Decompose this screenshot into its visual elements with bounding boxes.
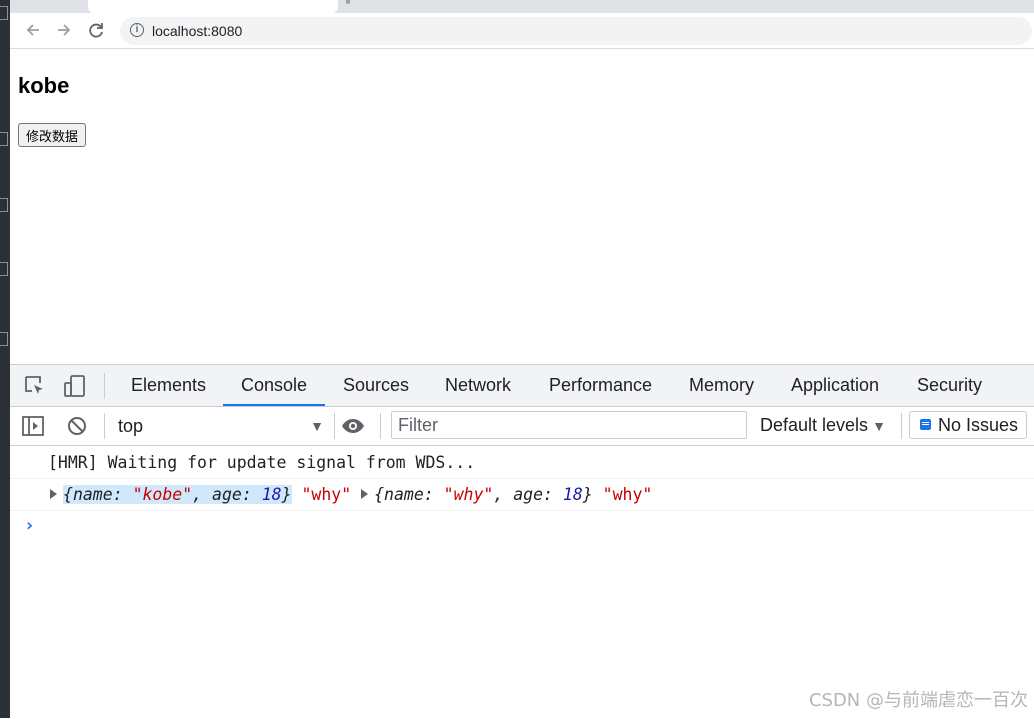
watermark: CSDN @与前端虐恋一百次 bbox=[808, 690, 1028, 711]
address-bar: i localhost:8080 bbox=[10, 13, 1034, 49]
levels-label: Default levels bbox=[760, 415, 869, 435]
issues-icon bbox=[920, 419, 931, 430]
editor-icon bbox=[0, 132, 8, 146]
tab-application[interactable]: Application bbox=[787, 365, 883, 406]
tab-close-icon[interactable] bbox=[346, 0, 350, 4]
toolbar-divider bbox=[104, 373, 105, 399]
console-string-value: "why" bbox=[602, 485, 653, 504]
dropdown-arrow-icon: ▼ bbox=[872, 418, 886, 434]
url-text[interactable]: localhost:8080 bbox=[152, 23, 242, 39]
console-output: [HMR] Waiting for update signal from WDS… bbox=[10, 446, 1034, 719]
issues-button[interactable]: No Issues bbox=[909, 411, 1027, 439]
browser-tab-active[interactable] bbox=[88, 0, 338, 13]
console-log-line: {name: "kobe", age: 18} "why" {name: "wh… bbox=[50, 485, 652, 504]
editor-icon bbox=[0, 6, 8, 20]
browser-tab-strip bbox=[10, 0, 1034, 13]
omnibox[interactable]: i localhost:8080 bbox=[120, 17, 1032, 45]
left-editor-strip bbox=[0, 0, 10, 718]
console-toolbar: top ▼ Default levels▼ No Issues bbox=[10, 407, 1034, 446]
page-heading: kobe bbox=[18, 73, 70, 98]
forward-button[interactable] bbox=[53, 19, 75, 41]
toolbar-divider bbox=[104, 413, 105, 439]
tab-console[interactable]: Console bbox=[222, 365, 326, 406]
tab-memory[interactable]: Memory bbox=[685, 365, 758, 406]
site-info-icon[interactable]: i bbox=[130, 23, 144, 37]
toolbar-divider bbox=[334, 413, 335, 439]
editor-icon bbox=[0, 262, 8, 276]
context-value: top bbox=[118, 416, 144, 436]
dropdown-arrow-icon: ▼ bbox=[310, 418, 324, 434]
page-viewport: kobe 修改数据 bbox=[10, 49, 1034, 364]
back-arrow-icon bbox=[26, 24, 39, 36]
console-object-preview[interactable]: {name: "kobe", age: 18} bbox=[63, 485, 292, 504]
context-selector[interactable]: top ▼ bbox=[114, 413, 324, 439]
sidebar-toggle-icon bbox=[22, 416, 44, 436]
console-object-preview[interactable]: {name: "why", age: 18} bbox=[374, 485, 593, 504]
console-message: {name: "kobe", age: 18} "why" {name: "wh… bbox=[10, 478, 1034, 511]
issues-label: No Issues bbox=[938, 415, 1019, 435]
reload-button[interactable] bbox=[85, 19, 107, 41]
editor-icon bbox=[0, 198, 8, 212]
toolbar-divider bbox=[380, 413, 381, 439]
device-toolbar-button[interactable] bbox=[62, 373, 88, 399]
live-expression-button[interactable] bbox=[340, 413, 366, 439]
show-sidebar-button[interactable] bbox=[20, 413, 46, 439]
tab-security[interactable]: Security bbox=[913, 365, 986, 406]
tab-elements[interactable]: Elements bbox=[127, 365, 210, 406]
inspect-icon bbox=[25, 376, 43, 394]
forward-arrow-icon bbox=[58, 24, 71, 36]
expand-arrow-icon[interactable] bbox=[361, 489, 369, 499]
toolbar-divider bbox=[901, 413, 902, 439]
console-message-text: [HMR] Waiting for update signal from WDS… bbox=[48, 453, 476, 472]
editor-icon bbox=[0, 332, 8, 346]
tab-network[interactable]: Network bbox=[441, 365, 515, 406]
devtools-tab-bar: Elements Console Sources Network Perform… bbox=[10, 365, 1034, 407]
devtools-panel: Elements Console Sources Network Perform… bbox=[10, 364, 1034, 719]
back-button[interactable] bbox=[22, 19, 44, 41]
console-string-value: "why" bbox=[301, 485, 352, 504]
inspect-element-button[interactable] bbox=[22, 373, 48, 399]
console-message: [HMR] Waiting for update signal from WDS… bbox=[10, 446, 1034, 479]
filter-input[interactable] bbox=[391, 411, 747, 439]
tab-sources[interactable]: Sources bbox=[339, 365, 413, 406]
modify-data-button[interactable]: 修改数据 bbox=[18, 123, 87, 147]
tab-performance[interactable]: Performance bbox=[545, 365, 656, 406]
console-prompt-icon[interactable]: › bbox=[24, 515, 35, 536]
eye-icon bbox=[342, 419, 364, 433]
log-levels-dropdown[interactable]: Default levels ▼ bbox=[760, 411, 886, 439]
clear-icon bbox=[68, 417, 86, 435]
device-icon bbox=[64, 375, 85, 397]
reload-icon bbox=[89, 23, 103, 38]
expand-arrow-icon[interactable] bbox=[50, 489, 57, 499]
clear-console-button[interactable] bbox=[64, 413, 90, 439]
